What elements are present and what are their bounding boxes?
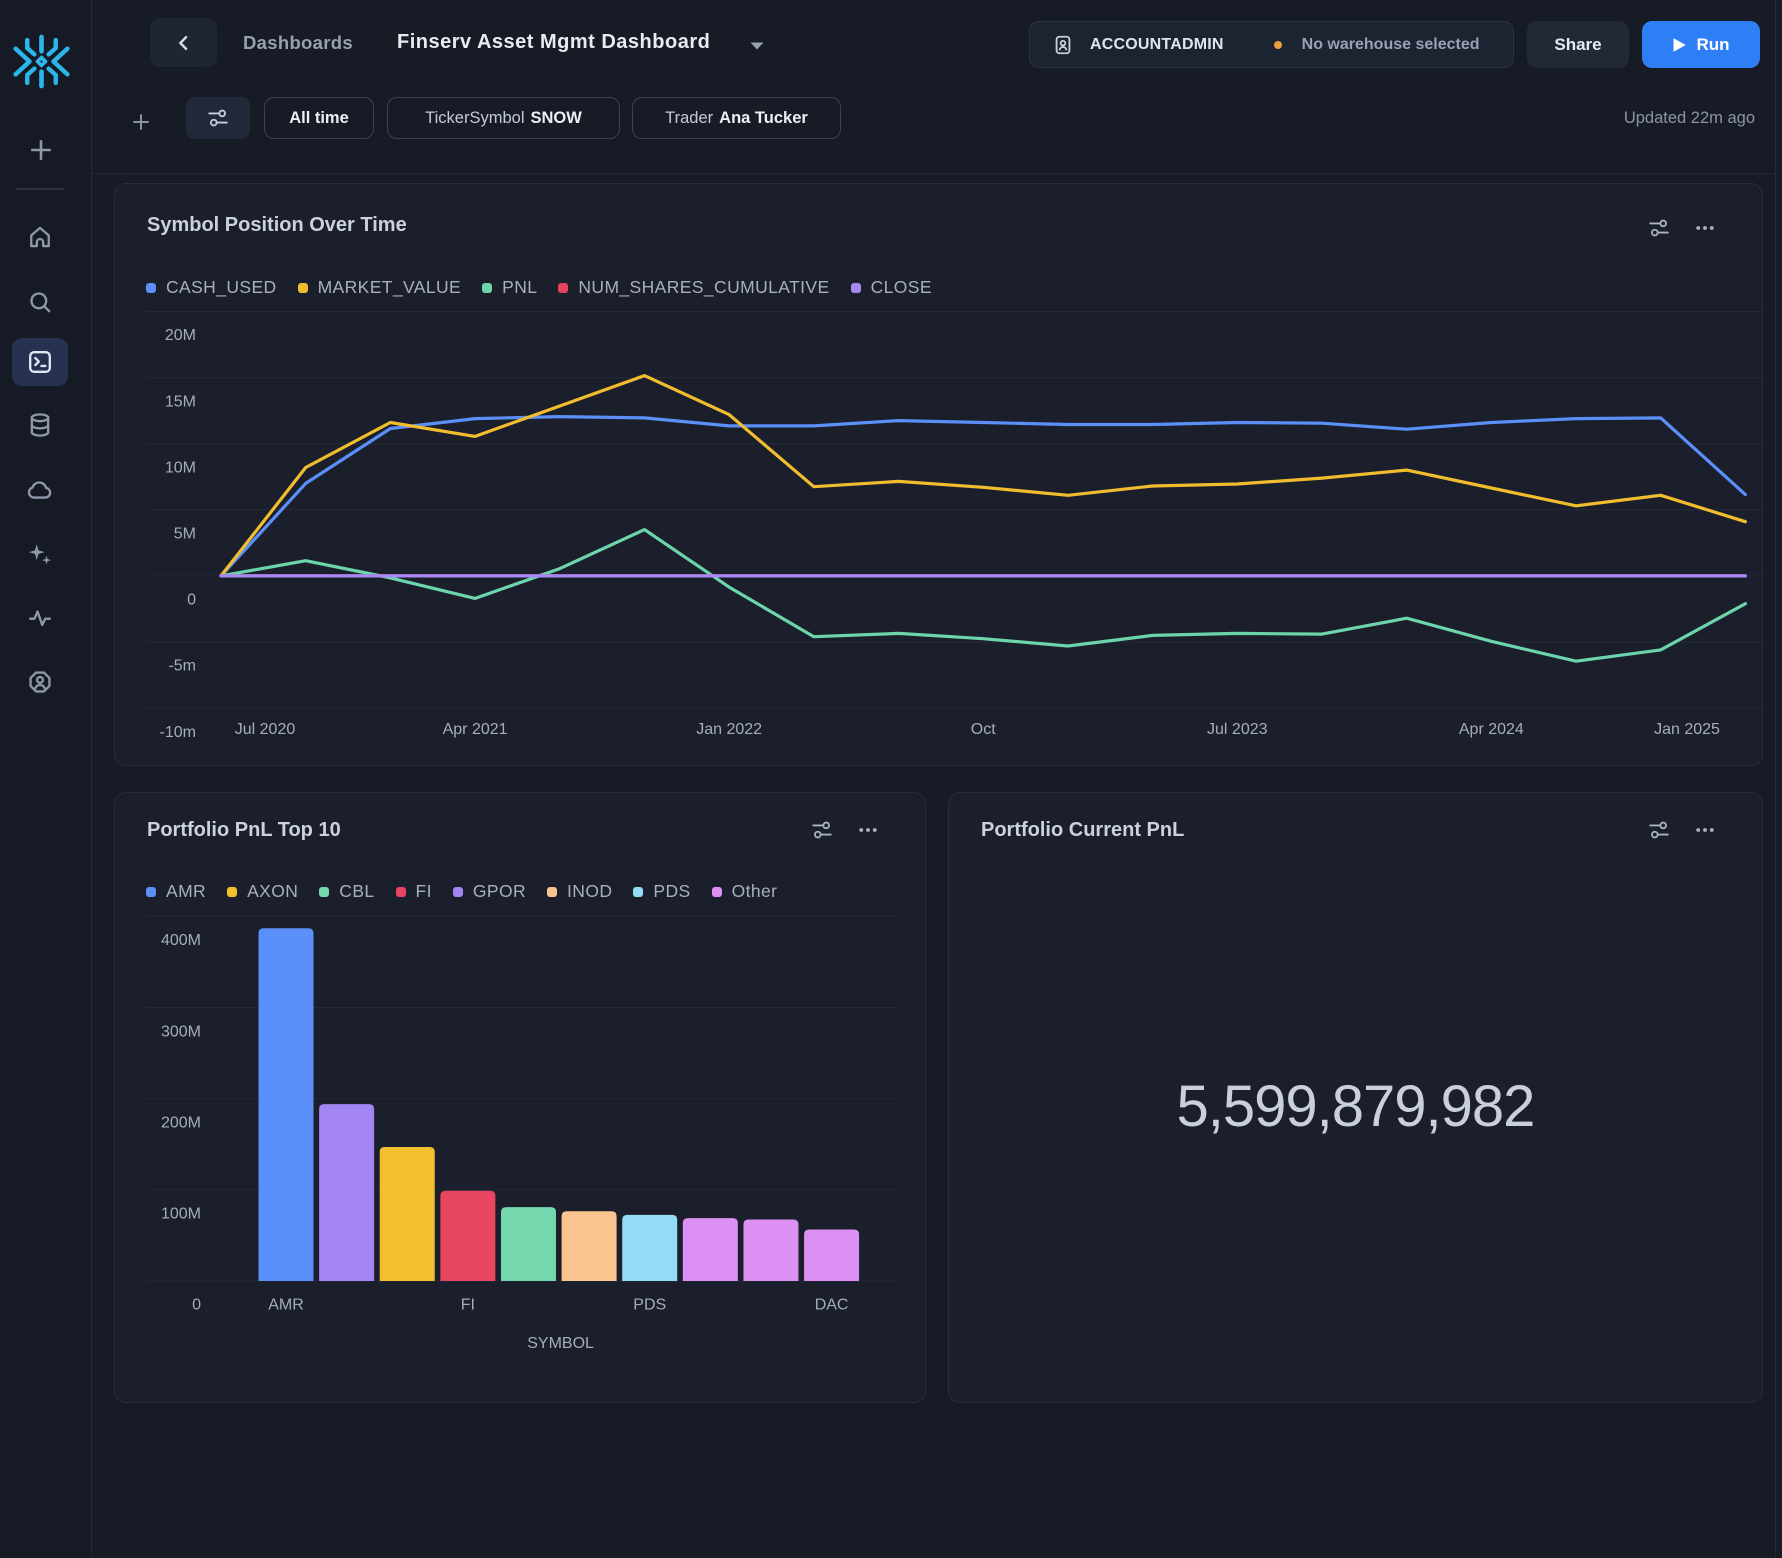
panel-symbol-position: Symbol Position Over Time CASH_USEDMARKE… bbox=[114, 183, 1763, 766]
bar-chart[interactable]: 400M 300M 200M 100M 0 AMR FI PDS DAC SYMBOL bbox=[115, 793, 927, 1404]
x-axis-title: SYMBOL bbox=[527, 1335, 594, 1352]
y-axis-label: 20M bbox=[165, 327, 196, 344]
filters-button[interactable] bbox=[186, 97, 250, 139]
sidebar-item-monitoring[interactable] bbox=[12, 594, 68, 642]
add-tile-icon[interactable] bbox=[130, 111, 152, 133]
bar-Other-9[interactable] bbox=[804, 1230, 859, 1281]
sidebar-item-governance[interactable] bbox=[12, 658, 68, 706]
x-axis-label: Jul 2023 bbox=[1207, 721, 1268, 738]
bar-PDS-6[interactable] bbox=[622, 1215, 677, 1281]
line-chart[interactable]: 20M 15M 10M 5M 0 -5m -10m Jul 2020 Apr 2021 Jan 2… bbox=[115, 184, 1764, 767]
bar-AXON-2[interactable] bbox=[380, 1147, 435, 1281]
filter-value: Ana Tucker bbox=[719, 109, 808, 128]
x-axis-label: FI bbox=[461, 1297, 475, 1314]
panel-portfolio-pnl-top10: Portfolio PnL Top 10 AMRAXONCBLFIGPORINO… bbox=[114, 792, 926, 1403]
y-axis-label: 0 bbox=[192, 1297, 201, 1314]
y-axis-label: 15M bbox=[165, 393, 196, 410]
governance-icon bbox=[26, 668, 54, 696]
x-axis-label: PDS bbox=[633, 1297, 666, 1314]
x-axis-label: Oct bbox=[971, 721, 996, 738]
home-icon bbox=[26, 223, 54, 251]
sidebar-item-data[interactable] bbox=[12, 401, 68, 449]
kpi-value: 5,599,879,982 bbox=[949, 1077, 1762, 1137]
filter-prefix: Trader bbox=[665, 109, 713, 128]
snowflake-logo-icon[interactable] bbox=[13, 33, 70, 90]
y-axis-label: -5m bbox=[168, 658, 196, 675]
header-divider bbox=[92, 173, 1775, 174]
x-axis-label: Jul 2020 bbox=[235, 721, 296, 738]
dashboard-title[interactable]: Finserv Asset Mgmt Dashboard bbox=[397, 18, 710, 67]
role-badge-icon bbox=[1052, 34, 1074, 56]
y-axis-label: 400M bbox=[161, 932, 201, 949]
sidebar-item-home[interactable] bbox=[12, 213, 68, 261]
warehouse-status: No warehouse selected bbox=[1302, 36, 1480, 54]
y-axis-label: 10M bbox=[165, 459, 196, 476]
activity-icon bbox=[26, 604, 54, 632]
terminal-icon bbox=[26, 348, 54, 376]
title-caret-down-icon[interactable] bbox=[750, 21, 764, 70]
panel-portfolio-current-pnl: Portfolio Current PnL 5,599,879,982 bbox=[948, 792, 1763, 1403]
y-axis-label: 200M bbox=[161, 1114, 201, 1131]
bar-FI-3[interactable] bbox=[440, 1191, 495, 1281]
filter-chip-trader[interactable]: Trader Ana Tucker bbox=[632, 97, 841, 139]
back-button[interactable] bbox=[150, 18, 217, 67]
y-axis-label: 0 bbox=[187, 592, 196, 609]
warehouse-warning-dot bbox=[1274, 41, 1282, 49]
updated-timestamp: Updated 22m ago bbox=[1624, 97, 1755, 139]
sliders-icon[interactable] bbox=[1648, 819, 1670, 841]
bar-Other-8[interactable] bbox=[743, 1219, 798, 1281]
sidebar-item-projects[interactable] bbox=[12, 338, 68, 386]
y-axis-label: 300M bbox=[161, 1023, 201, 1040]
y-axis-label: 5M bbox=[174, 526, 196, 543]
breadcrumb-dashboards[interactable]: Dashboards bbox=[243, 18, 353, 67]
bar-GPOR-1[interactable] bbox=[319, 1104, 374, 1281]
sidebar-item-ai-ml[interactable] bbox=[12, 530, 68, 578]
bar-Other-7[interactable] bbox=[683, 1218, 738, 1281]
x-axis-label: Jan 2025 bbox=[1654, 721, 1720, 738]
ellipsis-icon[interactable] bbox=[1694, 819, 1716, 841]
filter-chip-ticker-symbol[interactable]: TickerSymbol SNOW bbox=[387, 97, 620, 139]
series-PNL[interactable] bbox=[221, 530, 1745, 662]
cloud-icon bbox=[26, 476, 54, 504]
filter-value: All time bbox=[289, 109, 349, 128]
y-axis-label: 100M bbox=[161, 1206, 201, 1223]
chevron-left-icon bbox=[173, 32, 195, 54]
sidebar-divider bbox=[16, 188, 64, 190]
y-axis-label: -10m bbox=[160, 724, 196, 741]
sidebar-item-search[interactable] bbox=[12, 278, 68, 326]
x-axis-label: DAC bbox=[815, 1297, 849, 1314]
filter-prefix: TickerSymbol bbox=[425, 109, 524, 128]
filter-sliders-icon bbox=[207, 107, 229, 129]
snowsight-dashboard: Dashboards Finserv Asset Mgmt Dashboard … bbox=[0, 0, 1782, 1558]
play-icon bbox=[1672, 37, 1687, 53]
sparkles-icon bbox=[26, 540, 54, 568]
x-axis-label: Jan 2022 bbox=[696, 721, 762, 738]
filter-chip-time-range[interactable]: All time bbox=[264, 97, 374, 139]
series-MARKET_VALUE[interactable] bbox=[221, 376, 1745, 576]
panel-title: Portfolio Current PnL bbox=[981, 819, 1184, 842]
database-icon bbox=[26, 411, 54, 439]
x-axis-label: AMR bbox=[268, 1297, 304, 1314]
run-label: Run bbox=[1696, 35, 1729, 55]
filter-value: SNOW bbox=[530, 109, 581, 128]
search-icon bbox=[26, 288, 54, 316]
bar-AMR-0[interactable] bbox=[259, 928, 314, 1281]
x-axis-label: Apr 2024 bbox=[1459, 721, 1524, 738]
scroll-gutter bbox=[1775, 0, 1776, 1558]
bar-CBL-4[interactable] bbox=[501, 1207, 556, 1281]
share-button[interactable]: Share bbox=[1527, 21, 1629, 68]
series-CASH_USED[interactable] bbox=[221, 417, 1745, 576]
bar-INOD-5[interactable] bbox=[562, 1211, 617, 1281]
run-button[interactable]: Run bbox=[1642, 21, 1760, 68]
role-name: ACCOUNTADMIN bbox=[1090, 36, 1224, 54]
context-selector[interactable]: ACCOUNTADMIN No warehouse selected bbox=[1029, 21, 1514, 68]
x-axis-label: Apr 2021 bbox=[443, 721, 508, 738]
sidebar-item-data-products[interactable] bbox=[12, 466, 68, 514]
sidebar-new-icon[interactable] bbox=[27, 136, 55, 164]
sidebar bbox=[0, 0, 92, 1558]
